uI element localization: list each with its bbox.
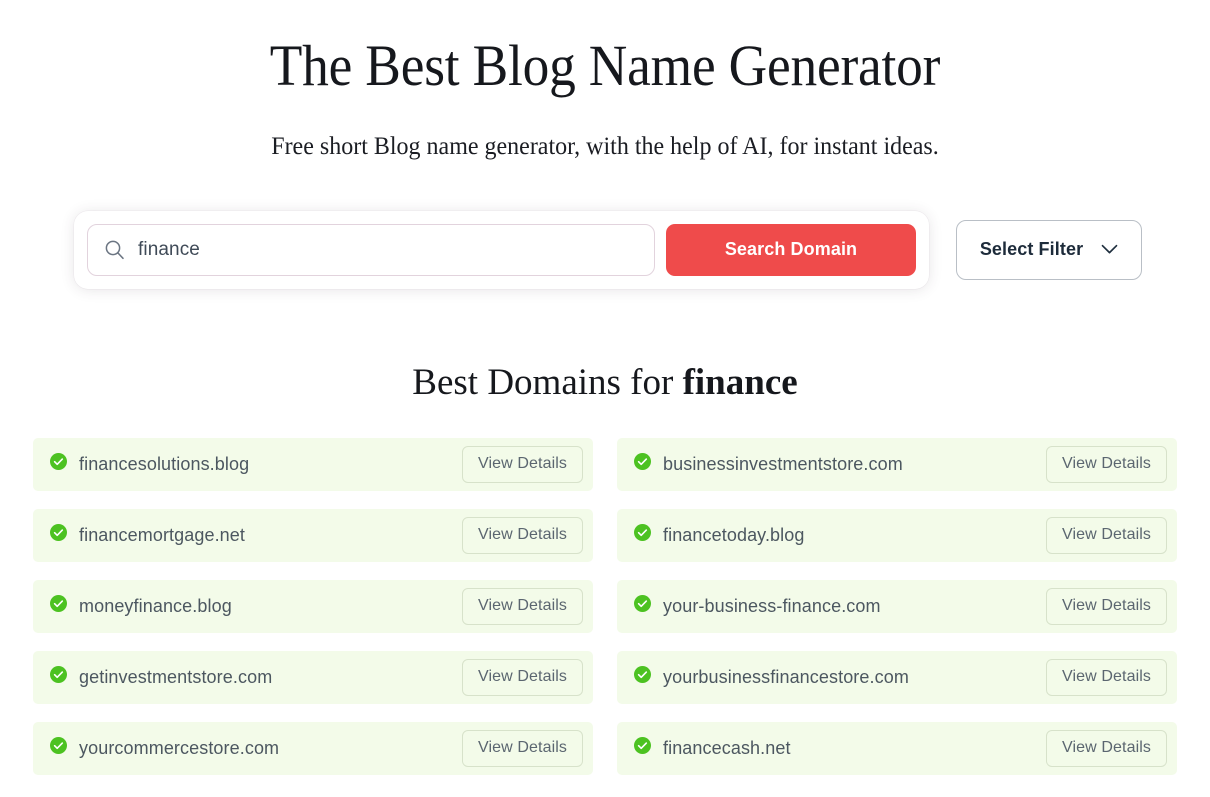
check-circle-icon	[50, 524, 67, 546]
select-filter-button[interactable]: Select Filter	[956, 219, 1142, 280]
domain-name: financemortgage.net	[79, 524, 246, 545]
domain-results-grid: financesolutions.blog View Details busin…	[0, 437, 1210, 793]
blog-name-generator-page: The Best Blog Name Generator Free short …	[0, 0, 1210, 797]
domain-name: yourcommercestore.com	[79, 737, 280, 758]
search-shell: Search Domain	[74, 210, 929, 289]
table-row[interactable]: moneyfinance.blog View Details	[33, 579, 593, 633]
view-details-button[interactable]: View Details	[1046, 587, 1167, 625]
check-circle-icon	[634, 666, 651, 688]
view-details-button[interactable]: View Details	[462, 729, 583, 767]
domain-name: financesolutions.blog	[79, 453, 250, 474]
domain-name: yourbusinessfinancestore.com	[663, 666, 909, 687]
select-filter-label: Select Filter	[979, 239, 1084, 260]
table-row[interactable]: financemortgage.net View Details	[33, 508, 593, 562]
view-details-button[interactable]: View Details	[1046, 729, 1167, 767]
check-circle-icon	[634, 595, 651, 617]
check-circle-icon	[50, 737, 67, 759]
view-details-button[interactable]: View Details	[1046, 516, 1167, 554]
domain-name: financetoday.blog	[663, 524, 805, 545]
domain-name: getinvestmentstore.com	[79, 666, 273, 687]
table-row[interactable]: yourcommercestore.com View Details	[33, 721, 593, 775]
hero-section: The Best Blog Name Generator Free short …	[0, 0, 1210, 162]
view-details-button[interactable]: View Details	[462, 658, 583, 696]
chevron-down-icon	[1101, 244, 1118, 255]
view-details-button[interactable]: View Details	[1046, 445, 1167, 483]
search-bar: Search Domain Select Filter	[0, 210, 1210, 289]
view-details-button[interactable]: View Details	[462, 445, 583, 483]
view-details-button[interactable]: View Details	[462, 516, 583, 554]
view-details-button[interactable]: View Details	[1046, 658, 1167, 696]
check-circle-icon	[634, 737, 651, 759]
check-circle-icon	[50, 666, 67, 688]
search-input-wrapper[interactable]	[87, 223, 655, 276]
check-circle-icon	[50, 453, 67, 475]
domain-name: moneyfinance.blog	[79, 595, 232, 616]
table-row[interactable]: getinvestmentstore.com View Details	[33, 650, 593, 704]
page-subtitle: Free short Blog name generator, with the…	[271, 132, 939, 160]
domain-name: your-business-finance.com	[663, 595, 881, 616]
search-icon	[104, 239, 125, 260]
check-circle-icon	[634, 524, 651, 546]
page-title: The Best Blog Name Generator	[269, 33, 941, 98]
view-details-button[interactable]: View Details	[462, 587, 583, 625]
results-heading: Best Domains for finance	[0, 361, 1210, 404]
search-input[interactable]	[138, 238, 638, 261]
search-domain-button[interactable]: Search Domain	[666, 223, 916, 276]
domain-name: financecash.net	[663, 737, 791, 758]
domain-name: businessinvestmentstore.com	[663, 453, 903, 474]
table-row[interactable]: yourbusinessfinancestore.com View Detail…	[617, 650, 1177, 704]
results-heading-keyword: finance	[682, 361, 798, 403]
check-circle-icon	[634, 453, 651, 475]
table-row[interactable]: financetoday.blog View Details	[617, 508, 1177, 562]
check-circle-icon	[50, 595, 67, 617]
table-row[interactable]: financecash.net View Details	[617, 721, 1177, 775]
results-heading-prefix: Best Domains for	[412, 361, 683, 403]
table-row[interactable]: financesolutions.blog View Details	[33, 437, 593, 491]
table-row[interactable]: businessinvestmentstore.com View Details	[617, 437, 1177, 491]
table-row[interactable]: your-business-finance.com View Details	[617, 579, 1177, 633]
